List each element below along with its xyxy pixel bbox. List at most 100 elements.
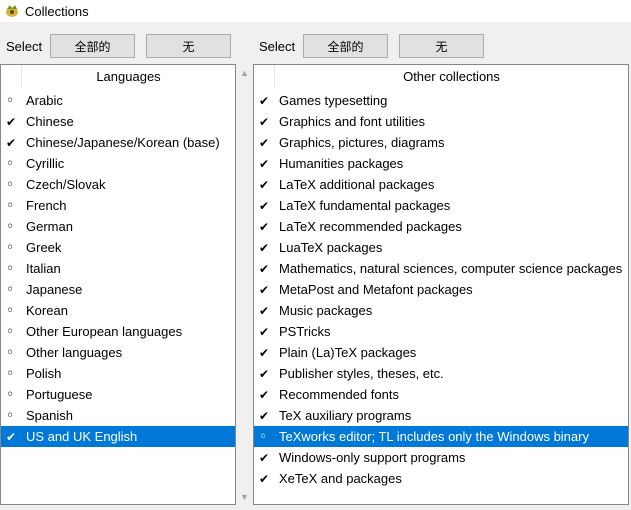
checkmark-icon[interactable] xyxy=(254,262,279,276)
collection-item[interactable]: Music packages xyxy=(254,300,628,321)
checkmark-icon[interactable] xyxy=(254,346,279,360)
checkmark-icon[interactable] xyxy=(254,199,279,213)
unchecked-bullet-icon[interactable] xyxy=(1,345,26,361)
language-item-label: Chinese/Japanese/Korean (base) xyxy=(26,135,220,150)
checkmark-icon[interactable] xyxy=(254,220,279,234)
collection-item-label: Humanities packages xyxy=(279,156,404,171)
select-none-languages-button[interactable]: 无 xyxy=(146,34,231,58)
checkmark-icon[interactable] xyxy=(254,178,279,192)
language-item[interactable]: Italian xyxy=(1,258,235,279)
checkmark-icon[interactable] xyxy=(1,430,26,444)
language-item-label: German xyxy=(26,219,73,234)
language-item[interactable]: Czech/Slovak xyxy=(1,174,235,195)
collection-item-label: Windows-only support programs xyxy=(279,450,466,465)
checkmark-icon[interactable] xyxy=(254,304,279,318)
unchecked-bullet-icon[interactable] xyxy=(1,156,26,172)
language-item[interactable]: Polish xyxy=(1,363,235,384)
collection-item[interactable]: Graphics, pictures, diagrams xyxy=(254,132,628,153)
unchecked-bullet-icon[interactable] xyxy=(1,387,26,403)
checkmark-icon[interactable] xyxy=(1,136,26,150)
language-item-label: Cyrillic xyxy=(26,156,65,171)
checkmark-icon[interactable] xyxy=(254,94,279,108)
collection-item[interactable]: TeX auxiliary programs xyxy=(254,405,628,426)
collection-item[interactable]: Windows-only support programs xyxy=(254,447,628,468)
select-all-collections-button[interactable]: 全部的 xyxy=(303,34,388,58)
language-item[interactable]: Korean xyxy=(1,300,235,321)
unchecked-bullet-icon[interactable] xyxy=(1,324,26,340)
checkmark-icon[interactable] xyxy=(254,115,279,129)
language-item[interactable]: Other European languages xyxy=(1,321,235,342)
collection-item[interactable]: Graphics and font utilities xyxy=(254,111,628,132)
collection-item[interactable]: LuaTeX packages xyxy=(254,237,628,258)
languages-toolbar: Select 全部的 无 xyxy=(6,34,242,58)
unchecked-bullet-icon[interactable] xyxy=(1,240,26,256)
collection-item-label: Music packages xyxy=(279,303,373,318)
collection-item[interactable]: MetaPost and Metafont packages xyxy=(254,279,628,300)
scroll-down-arrow-icon[interactable]: ▼ xyxy=(236,488,253,505)
collection-item[interactable]: Games typesetting xyxy=(254,90,628,111)
checkmark-icon[interactable] xyxy=(254,451,279,465)
language-item[interactable]: Arabic xyxy=(1,90,235,111)
collection-item-label: Graphics, pictures, diagrams xyxy=(279,135,445,150)
collection-item[interactable]: LaTeX fundamental packages xyxy=(254,195,628,216)
collection-item[interactable]: TeXworks editor; TL includes only the Wi… xyxy=(254,426,628,447)
collection-item[interactable]: XeTeX and packages xyxy=(254,468,628,489)
collection-item[interactable]: Humanities packages xyxy=(254,153,628,174)
select-all-languages-button[interactable]: 全部的 xyxy=(50,34,135,58)
collection-item-label: TeXworks editor; TL includes only the Wi… xyxy=(279,429,589,444)
collection-item[interactable]: Plain (La)TeX packages xyxy=(254,342,628,363)
checkmark-icon[interactable] xyxy=(254,367,279,381)
language-item[interactable]: Other languages xyxy=(1,342,235,363)
collections-toolbar: Select 全部的 无 xyxy=(259,34,495,58)
language-item[interactable]: French xyxy=(1,195,235,216)
unchecked-bullet-icon[interactable] xyxy=(1,93,26,109)
checkmark-icon[interactable] xyxy=(1,115,26,129)
language-item[interactable]: Chinese/Japanese/Korean (base) xyxy=(1,132,235,153)
language-item[interactable]: Cyrillic xyxy=(1,153,235,174)
checkmark-icon[interactable] xyxy=(254,388,279,402)
collection-item[interactable]: Publisher styles, theses, etc. xyxy=(254,363,628,384)
scroll-up-arrow-icon[interactable]: ▲ xyxy=(236,64,253,81)
unchecked-bullet-icon[interactable] xyxy=(1,366,26,382)
unchecked-bullet-icon[interactable] xyxy=(1,177,26,193)
language-item[interactable]: Japanese xyxy=(1,279,235,300)
window-title: Collections xyxy=(25,3,89,19)
unchecked-bullet-icon[interactable] xyxy=(1,408,26,424)
checkmark-icon[interactable] xyxy=(254,325,279,339)
collection-item[interactable]: Mathematics, natural sciences, computer … xyxy=(254,258,628,279)
select-label: Select xyxy=(259,38,296,54)
collection-item-label: LaTeX fundamental packages xyxy=(279,198,451,213)
language-item[interactable]: Greek xyxy=(1,237,235,258)
unchecked-bullet-icon[interactable] xyxy=(1,282,26,298)
collection-item[interactable]: PSTricks xyxy=(254,321,628,342)
checkmark-icon[interactable] xyxy=(254,241,279,255)
language-item-label: Other languages xyxy=(26,345,123,360)
checkmark-icon[interactable] xyxy=(254,283,279,297)
select-none-collections-button[interactable]: 无 xyxy=(399,34,484,58)
app-icon xyxy=(6,5,18,17)
language-item[interactable]: US and UK English xyxy=(1,426,235,447)
unchecked-bullet-icon[interactable] xyxy=(1,219,26,235)
other-collections-header: Other collections xyxy=(274,65,628,88)
unchecked-bullet-icon[interactable] xyxy=(1,261,26,277)
language-item[interactable]: Spanish xyxy=(1,405,235,426)
language-item[interactable]: German xyxy=(1,216,235,237)
unchecked-bullet-icon[interactable] xyxy=(254,429,279,445)
checkmark-icon[interactable] xyxy=(254,409,279,423)
language-item[interactable]: Portuguese xyxy=(1,384,235,405)
language-item[interactable]: Chinese xyxy=(1,111,235,132)
collection-item[interactable]: LaTeX recommended packages xyxy=(254,216,628,237)
collection-item-label: Games typesetting xyxy=(279,93,388,108)
title-bar: Collections xyxy=(0,0,631,22)
collection-item[interactable]: Recommended fonts xyxy=(254,384,628,405)
language-item-label: Spanish xyxy=(26,408,73,423)
checkmark-icon[interactable] xyxy=(254,157,279,171)
languages-scrollbar[interactable]: ▲ ▼ xyxy=(236,64,253,505)
checkmark-icon[interactable] xyxy=(254,472,279,486)
unchecked-bullet-icon[interactable] xyxy=(1,303,26,319)
collection-item[interactable]: LaTeX additional packages xyxy=(254,174,628,195)
unchecked-bullet-icon[interactable] xyxy=(1,198,26,214)
checkmark-icon[interactable] xyxy=(254,136,279,150)
language-item-label: Polish xyxy=(26,366,62,381)
language-item-label: French xyxy=(26,198,67,213)
